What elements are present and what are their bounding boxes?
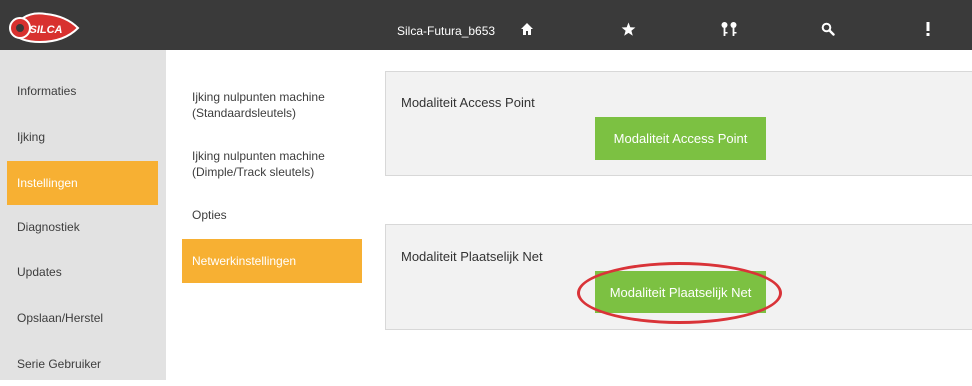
silca-logo: SILCA — [6, 2, 82, 48]
local-network-title: Modaliteit Plaatselijk Net — [401, 249, 543, 264]
more-vertical-icon[interactable] — [924, 20, 932, 38]
submenu-item-ijking-dimple[interactable]: Ijking nulpunten machine (Dimple/Track s… — [182, 148, 362, 180]
local-network-button[interactable]: Modaliteit Plaatselijk Net — [595, 271, 766, 313]
top-bar: SILCA Silca-Futura_b653 — [0, 0, 972, 50]
sidebar-item-opslaan-herstel[interactable]: Opslaan/Herstel — [7, 296, 158, 340]
sidebar-item-label: Updates — [17, 265, 62, 279]
submenu-item-ijking-standaard[interactable]: Ijking nulpunten machine (Standaardsleut… — [182, 89, 362, 121]
sidebar-item-updates[interactable]: Updates — [7, 250, 158, 294]
sidebar-item-diagnostiek[interactable]: Diagnostiek — [7, 205, 158, 249]
sidebar-item-ijking[interactable]: Ijking — [7, 115, 158, 159]
submenu-item-opties[interactable]: Opties — [182, 207, 362, 223]
access-point-title: Modaliteit Access Point — [401, 95, 535, 110]
sidebar-item-instellingen[interactable]: Instellingen — [7, 161, 158, 205]
device-name: Silca-Futura_b653 — [397, 24, 496, 38]
sidebar-item-label: Ijking — [17, 130, 46, 144]
home-icon[interactable] — [519, 20, 535, 38]
local-network-panel: Modaliteit Plaatselijk Net Modaliteit Pl… — [385, 224, 972, 330]
submenu-item-label: Netwerkinstellingen — [192, 254, 297, 268]
submenu-item-sublabel: (Standaardsleutels) — [192, 106, 297, 120]
sidebar-item-label: Informaties — [17, 84, 77, 98]
submenu-item-label: Ijking nulpunten machine — [192, 149, 325, 163]
sidebar-item-serie-gebruiker[interactable]: Serie Gebruiker — [7, 342, 158, 386]
search-icon[interactable] — [820, 20, 836, 38]
submenu-item-label: Ijking nulpunten machine — [192, 90, 325, 104]
sidebar-item-label: Diagnostiek — [17, 220, 80, 234]
star-icon[interactable] — [620, 20, 636, 38]
sidebar-item-label: Instellingen — [17, 176, 78, 190]
access-point-button[interactable]: Modaliteit Access Point — [595, 117, 766, 160]
sidebar-item-label: Serie Gebruiker — [17, 357, 102, 371]
sidebar-item-label: Opslaan/Herstel — [17, 311, 104, 325]
access-point-panel: Modaliteit Access Point Modaliteit Acces… — [385, 71, 972, 176]
keys-icon[interactable] — [720, 20, 738, 38]
submenu-item-sublabel: (Dimple/Track sleutels) — [192, 165, 315, 179]
sidebar-item-informaties[interactable]: Informaties — [7, 69, 158, 113]
submenu-item-label: Opties — [192, 208, 227, 222]
logo-text: SILCA — [30, 24, 63, 36]
submenu-item-netwerkinstellingen[interactable]: Netwerkinstellingen — [182, 239, 362, 283]
